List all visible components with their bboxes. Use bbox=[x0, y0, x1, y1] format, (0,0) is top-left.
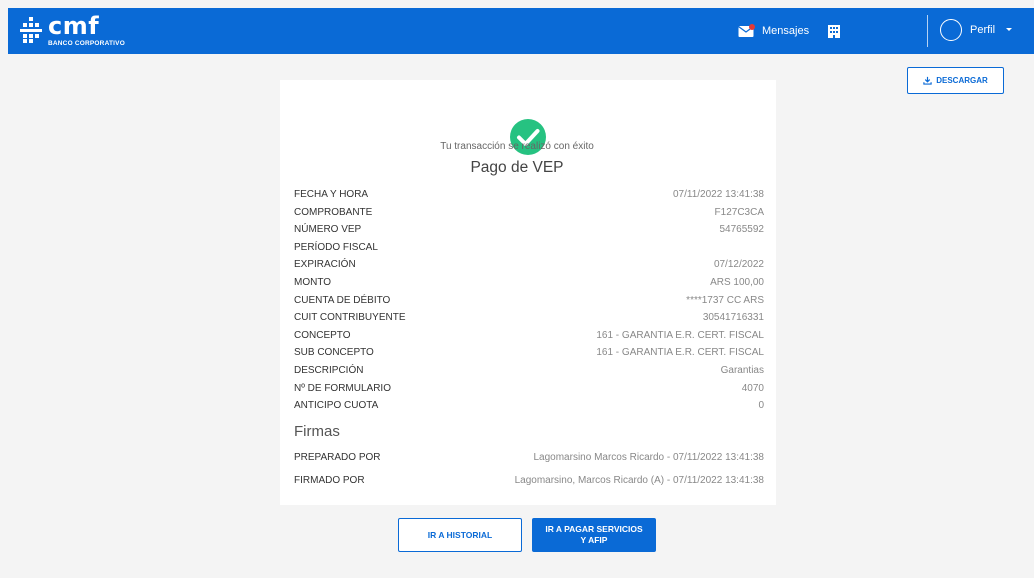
messages-link[interactable]: Mensajes bbox=[738, 22, 809, 40]
nav-divider bbox=[927, 15, 928, 47]
detail-row-anticipo: ANTICIPO CUOTA 0 bbox=[294, 397, 764, 415]
go-pay-services-button[interactable]: IR A PAGAR SERVICIOS Y AFIP bbox=[532, 518, 656, 552]
detail-value: ****1737 CC ARS bbox=[686, 294, 764, 306]
detail-label: CUENTA DE DÉBITO bbox=[294, 294, 391, 306]
profile-label: Perfil bbox=[970, 24, 996, 36]
detail-row-numero-vep: NÚMERO VEP 54765592 bbox=[294, 221, 764, 239]
signatures-heading: Firmas bbox=[294, 423, 340, 440]
download-icon bbox=[923, 76, 932, 85]
detail-row-cuenta: CUENTA DE DÉBITO ****1737 CC ARS bbox=[294, 292, 764, 310]
detail-label: FECHA Y HORA bbox=[294, 189, 369, 200]
receipt-details: FECHA Y HORA 07/11/2022 13:41:38 COMPROB… bbox=[294, 186, 764, 415]
detail-row-monto: MONTO ARS 100,00 bbox=[294, 274, 764, 292]
download-button[interactable]: DESCARGAR bbox=[907, 67, 1004, 94]
detail-label: CUIT CONTRIBUYENTE bbox=[294, 312, 406, 324]
detail-label: SUB CONCEPTO bbox=[294, 347, 374, 359]
detail-value: 07/11/2022 13:41:38 bbox=[672, 189, 764, 200]
logo-subtitle: BANCO CORPORATIVO bbox=[48, 40, 125, 47]
detail-row-sub-concepto: SUB CONCEPTO 161 - GARANTIA E.R. CERT. F… bbox=[294, 344, 764, 362]
detail-label: EXPIRACIÓN bbox=[294, 259, 356, 271]
signature-label: FIRMADO POR bbox=[294, 475, 365, 486]
detail-value: 07/12/2022 bbox=[713, 259, 764, 271]
detail-value: 161 - GARANTIA E.R. CERT. FISCAL bbox=[596, 347, 764, 359]
download-label: DESCARGAR bbox=[936, 76, 988, 85]
detail-label: COMPROBANTE bbox=[294, 206, 373, 218]
detail-value: Garantias bbox=[720, 364, 764, 376]
detail-value: 161 - GARANTIA E.R. CERT. FISCAL bbox=[596, 329, 764, 341]
signature-value: Lagomarsino Marcos Ricardo - 07/11/2022 … bbox=[533, 452, 764, 463]
detail-label: CONCEPTO bbox=[294, 329, 351, 341]
detail-row-cuit: CUIT CONTRIBUYENTE 30541716331 bbox=[294, 309, 764, 327]
detail-value: 0 bbox=[758, 400, 764, 412]
envelope-icon bbox=[738, 24, 755, 37]
logo-text: cmf bbox=[48, 12, 100, 40]
detail-label: MONTO bbox=[294, 276, 332, 288]
detail-value: 4070 bbox=[741, 382, 764, 394]
top-navbar: cmf BANCO CORPORATIVO Mensajes Perfil bbox=[8, 8, 1034, 54]
signature-value: Lagomarsino, Marcos Ricardo (A) - 07/11/… bbox=[514, 475, 764, 486]
success-message: Tu transacción se realizó con éxito bbox=[440, 141, 594, 152]
detail-row-comprobante: COMPROBANTE F127C3CA bbox=[294, 204, 764, 222]
detail-value: 30541716331 bbox=[702, 312, 764, 324]
signature-row-firmado: FIRMADO POR Lagomarsino, Marcos Ricardo … bbox=[294, 475, 764, 491]
avatar bbox=[940, 19, 962, 41]
building-icon[interactable] bbox=[826, 22, 842, 40]
detail-row-periodo: PERÍODO FISCAL bbox=[294, 239, 764, 257]
detail-row-formulario: Nº DE FORMULARIO 4070 bbox=[294, 380, 764, 398]
go-history-button[interactable]: IR A HISTORIAL bbox=[398, 518, 522, 552]
signature-label: PREPARADO POR bbox=[294, 452, 381, 463]
detail-row-descripcion: DESCRIPCIÓN Garantias bbox=[294, 362, 764, 380]
detail-value: 54765592 bbox=[719, 224, 765, 236]
profile-menu[interactable]: Perfil bbox=[940, 19, 1015, 41]
detail-label: ANTICIPO CUOTA bbox=[294, 400, 379, 412]
detail-value: F127C3CA bbox=[714, 206, 764, 218]
detail-value: ARS 100,00 bbox=[710, 276, 764, 288]
page-title: Pago de VEP bbox=[470, 159, 564, 176]
detail-label: PERÍODO FISCAL bbox=[294, 241, 378, 253]
detail-row-expiracion: EXPIRACIÓN 07/12/2022 bbox=[294, 256, 764, 274]
brand-logo[interactable]: cmf BANCO CORPORATIVO bbox=[20, 12, 160, 50]
detail-row-fecha: FECHA Y HORA 07/11/2022 13:41:38 bbox=[294, 186, 764, 204]
signature-row-preparado: PREPARADO POR Lagomarsino Marcos Ricardo… bbox=[294, 452, 764, 468]
chevron-down-icon bbox=[1006, 28, 1013, 31]
messages-label: Mensajes bbox=[762, 25, 810, 37]
detail-label: DESCRIPCIÓN bbox=[294, 364, 364, 376]
logo-mark-icon bbox=[20, 17, 42, 43]
detail-label: NÚMERO VEP bbox=[294, 224, 362, 236]
detail-row-concepto: CONCEPTO 161 - GARANTIA E.R. CERT. FISCA… bbox=[294, 327, 764, 345]
detail-label: Nº DE FORMULARIO bbox=[294, 382, 391, 394]
